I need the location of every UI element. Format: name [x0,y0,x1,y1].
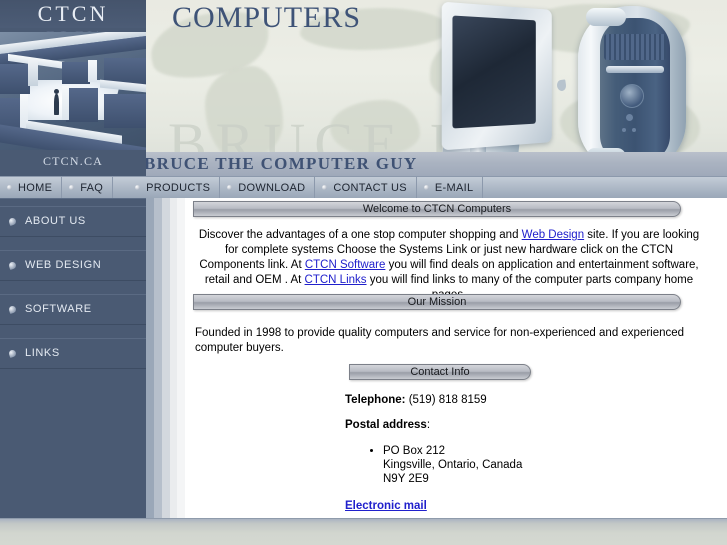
top-navigation-bar: HOME FAQ PRODUCTS DOWNLOAD CONTACT US E-… [0,176,727,198]
tower-port [622,128,626,132]
bullet-icon [8,348,17,358]
section-heading-mission: Our Mission [193,294,681,310]
postal-address-label: Postal address [345,419,427,431]
section-heading-contact: Contact Info [349,364,531,380]
maze-wall [66,88,98,122]
bullet-icon [69,185,75,190]
address-list: PO Box 212 Kingsville, Ontario, Canada N… [383,444,675,486]
sidebar-content-divider [146,198,185,518]
header-banner: BRUCE D COMPUTERS BRUCE THE COMPUTER GUY [0,0,727,176]
section-heading-label: Our Mission [407,296,467,308]
maze-figure [54,89,59,115]
maze-wall [62,86,69,120]
nav-filler [483,177,727,198]
computer-photo [430,1,705,176]
address-line-3: N9Y 2E9 [383,473,429,485]
link-web-design[interactable]: Web Design [522,229,584,241]
domain-label: CTCN.CA [0,150,146,176]
maze-wall [62,62,90,84]
bullet-icon [135,185,141,190]
monitor-screen [452,15,536,129]
sidebar-item-about-us[interactable]: ABOUT US [0,206,146,237]
tower-vent [604,34,666,60]
welcome-paragraph: Discover the advantages of a one stop co… [195,228,703,303]
link-electronic-mail[interactable]: Electronic mail [345,500,427,512]
tower-button [626,114,633,121]
link-ctcn-software[interactable]: CTCN Software [305,259,386,271]
address-line-1: PO Box 212 [383,445,446,457]
section-heading-label: Welcome to CTCN Computers [362,203,512,215]
nav-item-label: E-MAIL [434,181,474,194]
maze-wall [0,64,30,94]
sidebar: ABOUT US WEB DESIGN SOFTWARE LINKS [0,198,146,518]
welcome-text-1: Discover the advantages of a one stop co… [198,229,522,241]
sidebar-item-web-design[interactable]: WEB DESIGN [0,250,146,281]
maze-wall [88,60,97,82]
nav-item-faq[interactable]: FAQ [62,177,114,198]
page-title: COMPUTERS [172,1,362,34]
bullet-icon [227,185,233,190]
tagline-text: BRUCE THE COMPUTER GUY [144,154,418,173]
logo-text: CTCN [37,1,109,26]
nav-item-label: PRODUCTS [146,181,211,194]
telephone-label: Telephone: [345,394,406,406]
sidebar-item-links[interactable]: LINKS [0,338,146,369]
sidebar-item-label: WEB DESIGN [25,259,102,271]
bullet-icon [8,304,17,314]
maze-wall [28,60,38,86]
nav-item-label: HOME [18,181,53,194]
bullet-icon [8,260,17,270]
apple-logo-icon [556,79,567,92]
mission-paragraph: Founded in 1998 to provide quality compu… [195,327,685,354]
bullet-icon [322,185,328,190]
logo-block[interactable]: CTCN CTCN CT [0,0,146,176]
page-root: BRUCE D COMPUTERS BRUCE THE COMPUTER GUY [0,0,727,545]
nav-item-label: FAQ [80,181,104,194]
main-content: Welcome to CTCN Computers Discover the a… [185,198,727,518]
tower-handle-top [586,8,626,26]
maze-artwork [0,32,146,154]
contact-info-block: Telephone: (519) 818 8159 Postal address… [345,394,675,512]
sidebar-item-label: LINKS [25,347,60,359]
telephone-value: (519) 818 8159 [408,394,487,406]
postal-address-colon: : [426,419,431,431]
page-footer [0,518,727,545]
sidebar-item-label: SOFTWARE [25,303,92,315]
nav-item-label: DOWNLOAD [238,181,306,194]
section-heading-welcome: Welcome to CTCN Computers [193,201,681,217]
bullet-icon [7,185,12,190]
bullet-icon [423,185,429,190]
address-line-2: Kingsville, Ontario, Canada [383,459,523,471]
tower-port [632,128,636,132]
bullet-icon [8,216,17,226]
postal-address-line: Postal address: [345,419,675,431]
nav-item-label: CONTACT US [333,181,407,194]
nav-item-email[interactable]: E-MAIL [417,177,484,198]
optical-drive-slot [606,66,664,73]
telephone-line: Telephone: (519) 818 8159 [345,394,675,406]
nav-item-home[interactable]: HOME [0,177,63,198]
maze-wall [104,94,146,128]
nav-item-products[interactable]: PRODUCTS [113,177,221,198]
nav-item-contact-us[interactable]: CONTACT US [315,177,417,198]
list-item: PO Box 212 Kingsville, Ontario, Canada N… [383,444,675,486]
sidebar-item-label: ABOUT US [25,215,86,227]
tower-dial [620,84,644,108]
nav-item-download[interactable]: DOWNLOAD [220,177,316,198]
link-ctcn-links[interactable]: CTCN Links [305,274,367,286]
section-heading-label: Contact Info [410,366,470,378]
sidebar-item-software[interactable]: SOFTWARE [0,294,146,325]
